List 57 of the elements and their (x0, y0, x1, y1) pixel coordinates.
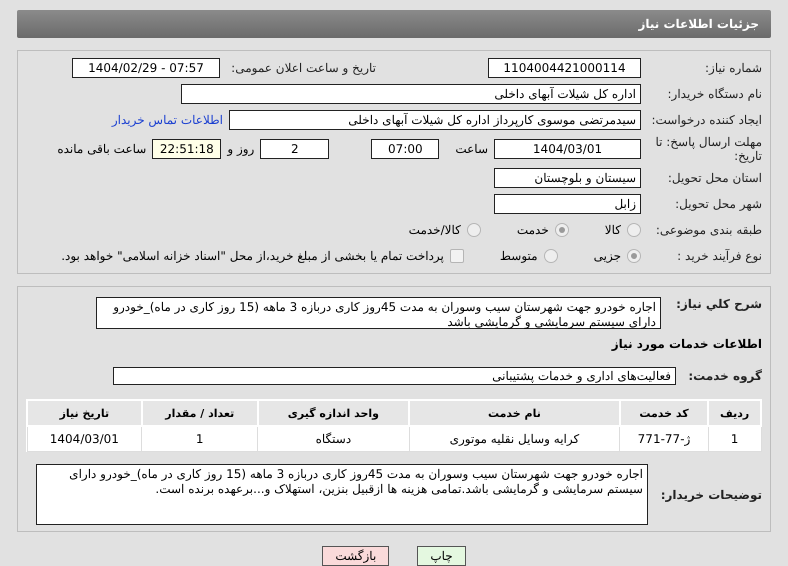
radio-button[interactable] (466, 223, 481, 237)
field-label: شماره نیاز: (704, 61, 762, 75)
buyer-contact-link[interactable]: اطلاعات تماس خریدار (112, 113, 223, 127)
announce-date-field: 1404/02/29 - 07:57 (72, 58, 220, 78)
field-label: ایجاد کننده درخواست: (650, 113, 762, 127)
radio-label: خدمت (516, 223, 549, 237)
radio-label: جزیی (594, 249, 621, 263)
days-field: 2 (260, 139, 330, 159)
field-label: طبقه بندی موضوعی: (654, 223, 762, 237)
field-label: شرح کلي نیاز: (675, 297, 762, 311)
header-title: جزئیات اطلاعات نیاز (638, 17, 759, 31)
service-group-field: فعالیت‌های اداری و خدمات پشتیبانی (113, 367, 676, 385)
field-label: توضیحات خریدار: (660, 488, 762, 502)
radio-button[interactable] (627, 223, 641, 237)
remaining-time-field: 22:51:18 (152, 139, 222, 159)
radio-button[interactable] (627, 249, 641, 263)
radio-button[interactable] (544, 249, 558, 263)
field-label: نام دستگاه خریدار: (666, 87, 762, 101)
radio-button[interactable] (554, 223, 569, 237)
table-cell: 1404/03/01 (27, 426, 142, 452)
time-label: ساعت (455, 142, 488, 156)
section-heading: اطلاعات خدمات مورد نیاز (612, 337, 762, 351)
table-cell: 1 (142, 426, 258, 452)
need-number-field: 1104004421000114 (488, 58, 641, 78)
field-label: نوع فرآیند خرید : (676, 249, 762, 263)
checkbox[interactable] (450, 249, 464, 263)
remaining-label: ساعت باقی مانده (57, 142, 146, 156)
field-label: مهلت ارسال پاسخ: تا تاریخ: (654, 135, 762, 163)
radio-label: کالا/خدمت (408, 223, 461, 237)
field-label: تاریخ و ساعت اعلان عمومی: (230, 61, 376, 75)
province-field: سیستان و بلوچستان (494, 168, 641, 188)
field-label: استان محل تحویل: (666, 171, 762, 185)
deadline-date-field: 1404/03/01 (494, 139, 641, 159)
radio-label: متوسط (500, 249, 538, 263)
radio-label: کالا (604, 223, 621, 237)
payment-note: پرداخت تمام یا بخشی از مبلغ خرید،از محل "اسناد خزانه اسلامی" خواهد بود. (61, 249, 444, 263)
deadline-time-field: 07:00 (371, 139, 440, 159)
requester-field: سیدمرتضی موسوی کارپرداز اداره کل شیلات آبهای داخلی (229, 110, 641, 130)
city-field: زابل (494, 194, 641, 214)
column-header: تاریخ نیاز (27, 400, 142, 426)
column-header: تعداد / مقدار (142, 400, 258, 426)
print-button[interactable]: چاپ (417, 546, 466, 566)
table-cell: 1 (708, 426, 761, 452)
column-header: نام خدمت (409, 400, 620, 426)
days-label: روز و (227, 142, 254, 156)
buyer-org-field: اداره کل شیلات آبهای داخلی (181, 84, 641, 104)
table-cell: کرایه وسایل نقلیه موتوری (409, 426, 620, 452)
column-header: کد خدمت (620, 400, 708, 426)
column-header: واحد اندازه گیری (258, 400, 410, 426)
summary-textarea[interactable]: اجاره خودرو جهت شهرستان سیب وسوران به مدت 45روز کاری دربازه 3 ماهه (15 روز کاری در ماه)_خودرو دارای سیستم سرمایشی و گرمایشی باشد (96, 297, 661, 329)
back-button[interactable]: بازگشت (322, 546, 390, 566)
field-label: شهر محل تحویل: (674, 197, 762, 211)
table-cell: ژ-77-771 (620, 426, 708, 452)
column-header: ردیف (708, 400, 761, 426)
buyer-notes-textarea[interactable]: اجاره خودرو جهت شهرستان سیب وسوران به مدت 45روز کاری دربازه 3 ماهه (15 روز کاری در ماه)_خودرو دارای سیستم سرمایشی و گرمایشی باشد.تمامی هزینه ها ازقبیل بنزین، استهلاک و...برعهده برنده است. (36, 464, 648, 525)
field-label: گروه خدمت: (687, 369, 762, 383)
table-cell: دستگاه (258, 426, 410, 452)
